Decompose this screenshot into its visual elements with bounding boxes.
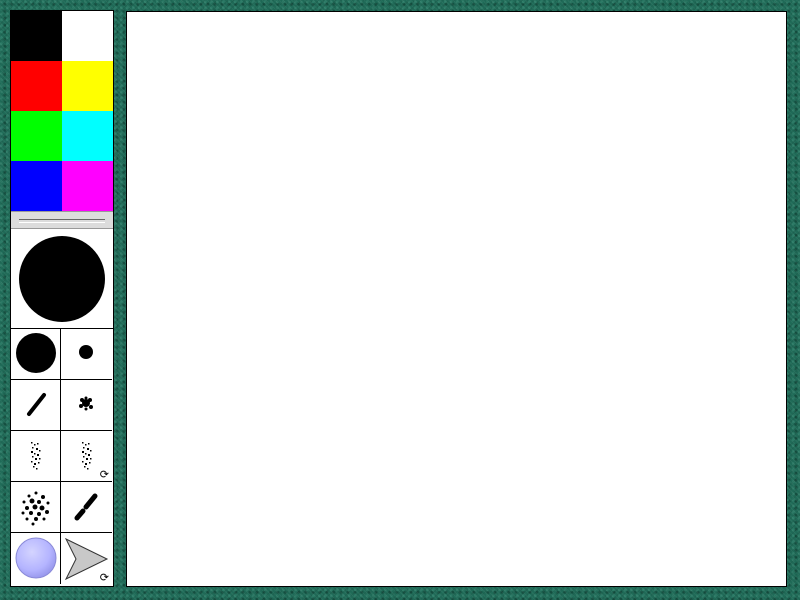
brush-grid: ⟳ ⟳ xyxy=(11,329,113,584)
palette-scroll-handle[interactable] xyxy=(11,211,113,229)
small-dot-icon xyxy=(79,345,93,359)
large-round-brush[interactable] xyxy=(11,229,113,329)
diagonal-line-brush[interactable] xyxy=(11,380,61,431)
tool-panel: ⟳ ⟳ xyxy=(10,10,114,587)
color-swatch-magenta[interactable] xyxy=(62,161,113,211)
color-swatch-black[interactable] xyxy=(11,11,62,61)
splat-brush[interactable] xyxy=(61,380,112,431)
large-dot-icon xyxy=(19,236,105,322)
color-swatch-yellow[interactable] xyxy=(62,61,113,111)
scatter-dots-icon xyxy=(21,491,50,526)
color-swatch-blue[interactable] xyxy=(11,161,62,211)
bubble-brush[interactable] xyxy=(11,533,61,584)
spray-streak-icon xyxy=(31,442,41,470)
dashed-diagonal-brush[interactable] xyxy=(61,482,112,533)
scatter-dots-brush[interactable] xyxy=(11,482,61,533)
drawing-canvas[interactable] xyxy=(126,11,787,587)
diagonal-line-icon xyxy=(27,393,46,416)
splat-icon xyxy=(79,396,93,411)
color-swatch-white[interactable] xyxy=(62,11,113,61)
dashed-line-icon xyxy=(74,493,98,521)
bubble-icon xyxy=(15,537,57,579)
rotating-spray-streak-brush[interactable]: ⟳ xyxy=(61,431,112,482)
medium-dot-icon xyxy=(16,333,56,373)
rotating-arrow-brush[interactable]: ⟳ xyxy=(61,533,112,584)
rotate-icon: ⟳ xyxy=(99,571,109,584)
grip-lines xyxy=(19,219,105,223)
spray-streak-brush[interactable] xyxy=(11,431,61,482)
color-swatch-red[interactable] xyxy=(11,61,62,111)
medium-round-brush[interactable] xyxy=(11,329,61,380)
rotate-icon: ⟳ xyxy=(99,468,109,481)
color-palette xyxy=(11,11,113,211)
color-swatch-green[interactable] xyxy=(11,111,62,161)
small-round-brush[interactable] xyxy=(61,329,112,380)
color-swatch-cyan[interactable] xyxy=(62,111,113,161)
